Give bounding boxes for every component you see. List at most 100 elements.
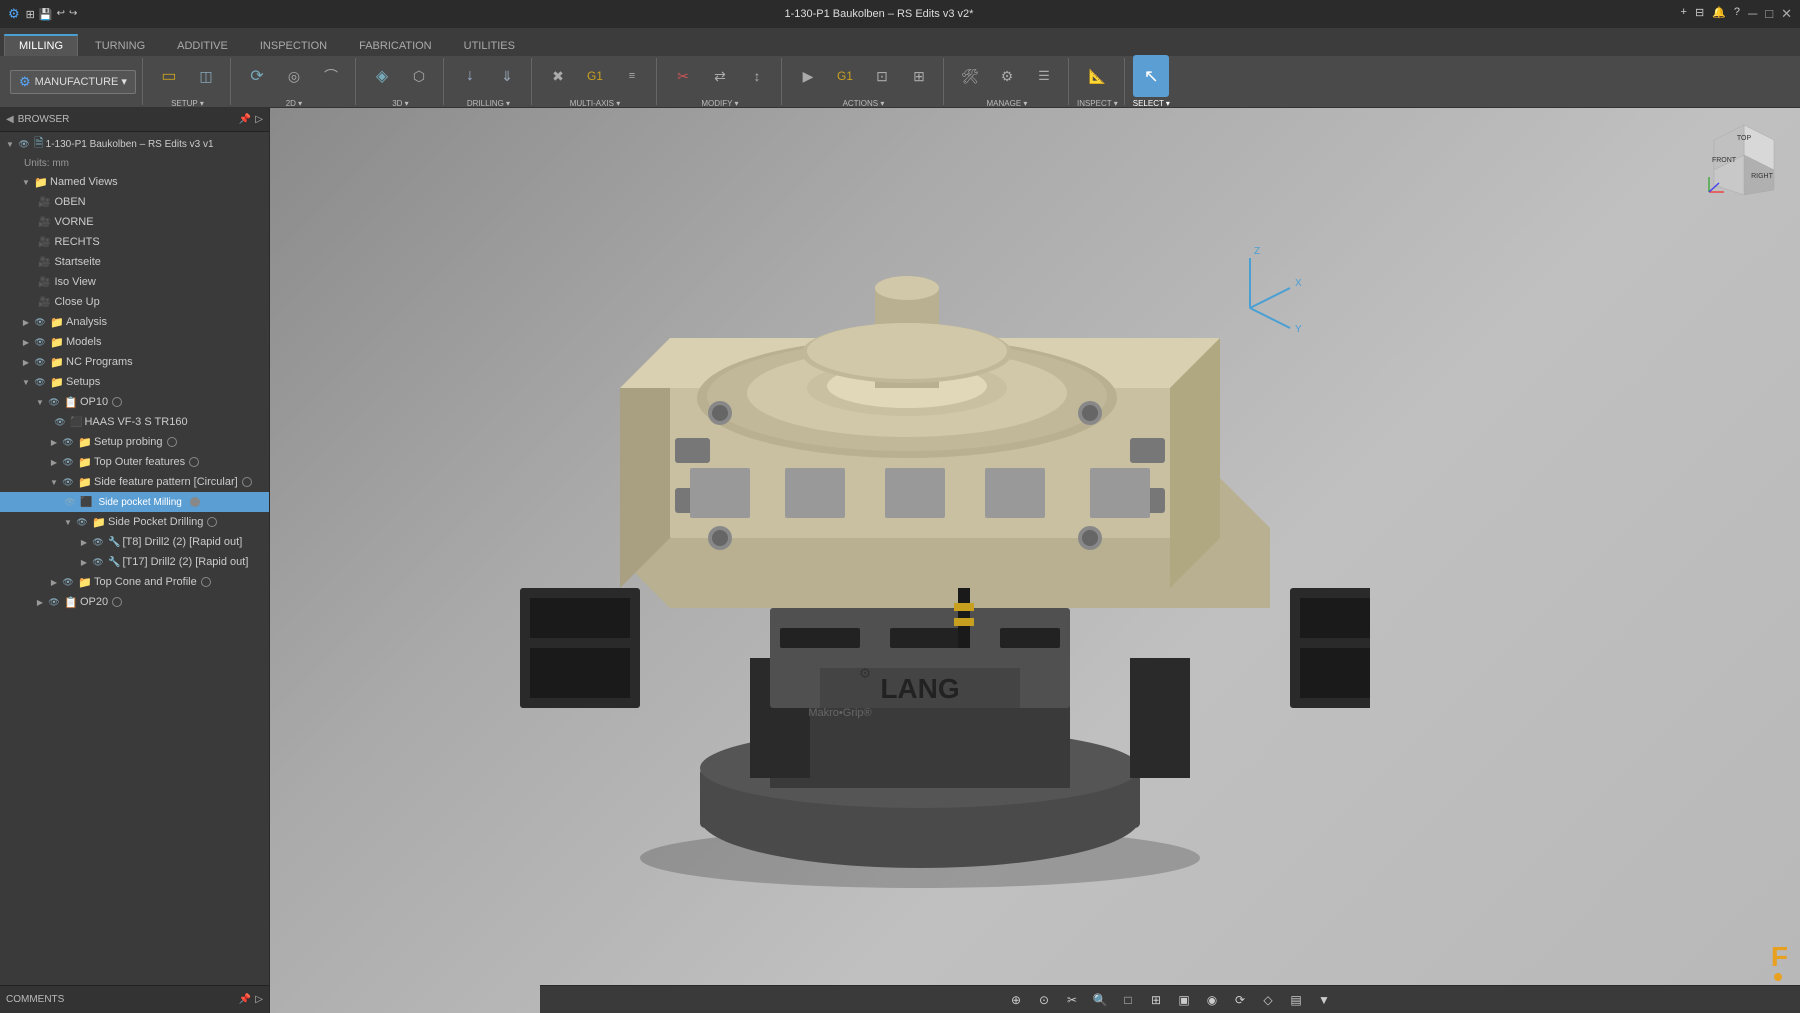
op20-expand-icon[interactable]: ▶: [34, 596, 46, 608]
filter-btn[interactable]: ▼: [1312, 989, 1336, 1011]
render-mode-btn[interactable]: ◉: [1200, 989, 1224, 1011]
tree-item-models[interactable]: ▶ 👁 📁 Models: [0, 332, 269, 352]
setupprobing-expand-icon[interactable]: ▶: [48, 436, 60, 448]
toolbar-icon4[interactable]: ?: [1734, 6, 1740, 22]
models-expand-icon[interactable]: ▶: [20, 336, 32, 348]
op10-expand-icon[interactable]: ▼: [34, 396, 46, 408]
close-btn[interactable]: ✕: [1781, 6, 1792, 22]
tab-turning[interactable]: TURNING: [80, 35, 160, 56]
actions-btn4[interactable]: ⊞: [901, 55, 937, 97]
setups-eye-icon[interactable]: 👁: [33, 375, 47, 389]
modify-btn3[interactable]: ↕: [739, 55, 775, 97]
tree-item-topconeprofile[interactable]: ▶ 👁 📁 Top Cone and Profile: [0, 572, 269, 592]
modify-btn1[interactable]: ✂: [665, 55, 701, 97]
3d-pocket-btn[interactable]: ⬡: [401, 55, 437, 97]
toolbar-icon2[interactable]: ⊟: [1695, 6, 1704, 22]
ncprograms-expand-icon[interactable]: ▶: [20, 356, 32, 368]
tab-additive[interactable]: ADDITIVE: [162, 35, 243, 56]
analysis-eye-icon[interactable]: 👁: [33, 315, 47, 329]
toolbar-icon3[interactable]: 🔔: [1712, 6, 1726, 22]
setupprobing-eye-icon[interactable]: 👁: [61, 435, 75, 449]
tree-item-vorne[interactable]: 🎥 VORNE: [0, 212, 269, 232]
multiaxis-btn3[interactable]: ≡: [614, 55, 650, 97]
op20-eye-icon[interactable]: 👁: [47, 595, 61, 609]
grid-display-btn[interactable]: ⊙: [1032, 989, 1056, 1011]
select-btn[interactable]: ↖: [1133, 55, 1169, 97]
tree-item-t8drill[interactable]: ▶ 👁 🔧 [T8] Drill2 (2) [Rapid out]: [0, 532, 269, 552]
haas-eye-icon[interactable]: 👁: [53, 415, 67, 429]
manage-btn1[interactable]: 🛠: [952, 55, 988, 97]
maximize-btn[interactable]: □: [1765, 6, 1773, 22]
tree-item-ncprograms[interactable]: ▶ 👁 📁 NC Programs: [0, 352, 269, 372]
wireframe-btn[interactable]: ◇: [1256, 989, 1280, 1011]
snap-btn[interactable]: ✂: [1060, 989, 1084, 1011]
analysis-expand-icon[interactable]: ▶: [20, 316, 32, 328]
tree-item-root[interactable]: ▼ 👁 🗎 1-130-P1 Baukolben – RS Edits v3 v…: [0, 134, 269, 154]
comments-pin-icon[interactable]: 📌: [239, 994, 251, 1005]
manage-btn2[interactable]: ⚙: [989, 55, 1025, 97]
topconeprofile-expand-icon[interactable]: ▶: [48, 576, 60, 588]
tree-item-sidepocketdrilling[interactable]: ▼ 👁 📁 Side Pocket Drilling: [0, 512, 269, 532]
multiaxis-btn1[interactable]: ✖: [540, 55, 576, 97]
fit-view-btn[interactable]: □: [1116, 989, 1140, 1011]
simulate-btn[interactable]: ▶: [790, 55, 826, 97]
display-settings-btn[interactable]: ▣: [1172, 989, 1196, 1011]
sidefeature-expand-icon[interactable]: ▼: [48, 476, 60, 488]
tree-item-topouterfeatures[interactable]: ▶ 👁 📁 Top Outer features: [0, 452, 269, 472]
sidepocketdrilling-eye-icon[interactable]: 👁: [75, 515, 89, 529]
inspect-btn[interactable]: 📐: [1079, 55, 1115, 97]
t17drill-eye-icon[interactable]: 👁: [91, 555, 105, 569]
root-expand-icon[interactable]: ▼: [4, 138, 16, 150]
tree-item-op20[interactable]: ▶ 👁 📋 OP20: [0, 592, 269, 612]
multiaxis-btn2[interactable]: G1: [577, 55, 613, 97]
viewport[interactable]: LANG ⚙ Makro•Grip®: [270, 108, 1800, 1013]
tree-item-closeup[interactable]: 🎥 Close Up: [0, 292, 269, 312]
tab-inspection[interactable]: INSPECTION: [245, 35, 342, 56]
tree-item-namedviews[interactable]: ▼ 📁 Named Views: [0, 172, 269, 192]
tree-item-op10[interactable]: ▼ 👁 📋 OP10: [0, 392, 269, 412]
op10-eye-icon[interactable]: 👁: [47, 395, 61, 409]
manage-btn3[interactable]: ☰: [1026, 55, 1062, 97]
zoom-btn[interactable]: 🔍: [1088, 989, 1112, 1011]
tree-item-sidefeature[interactable]: ▼ 👁 📁 Side feature pattern [Circular]: [0, 472, 269, 492]
2d-contour-btn[interactable]: ⌒: [313, 55, 349, 97]
root-eye-icon[interactable]: 👁: [17, 137, 31, 151]
tree-item-rechts[interactable]: 🎥 RECHTS: [0, 232, 269, 252]
topconeprofile-eye-icon[interactable]: 👁: [61, 575, 75, 589]
2d-adaptive-btn[interactable]: ⟳: [239, 55, 275, 97]
2d-pocket-btn[interactable]: ◎: [276, 55, 312, 97]
view-cube-btn[interactable]: ⊞: [1144, 989, 1168, 1011]
models-eye-icon[interactable]: 👁: [33, 335, 47, 349]
ncprograms-eye-icon[interactable]: 👁: [33, 355, 47, 369]
setups-expand-icon[interactable]: ▼: [20, 376, 32, 388]
comments-expand-icon[interactable]: ▷: [255, 994, 263, 1005]
tree-item-analysis[interactable]: ▶ 👁 📁 Analysis: [0, 312, 269, 332]
tree-item-t17drill[interactable]: ▶ 👁 🔧 [T17] Drill2 (2) [Rapid out]: [0, 552, 269, 572]
origin-btn[interactable]: ⊕: [1004, 989, 1028, 1011]
tab-fabrication[interactable]: FABRICATION: [344, 35, 447, 56]
3d-adaptive-btn[interactable]: ◈: [364, 55, 400, 97]
drill2-btn[interactable]: ⇓: [489, 55, 525, 97]
tree-item-isoview[interactable]: 🎥 Iso View: [0, 272, 269, 292]
browser-expand-icon[interactable]: ▷: [255, 114, 263, 125]
new-setup-btn[interactable]: ▭: [151, 55, 187, 97]
redo-icon[interactable]: ↪: [69, 8, 77, 21]
tree-item-haas[interactable]: 👁 ⬛ HAAS VF-3 S TR160: [0, 412, 269, 432]
sidepocket-eye-icon[interactable]: 👁: [63, 495, 77, 509]
namedviews-expand-icon[interactable]: ▼: [20, 176, 32, 188]
t8drill-expand-icon[interactable]: ▶: [78, 536, 90, 548]
tree-item-startseite[interactable]: 🎥 Startseite: [0, 252, 269, 272]
tree-item-sidepocket[interactable]: 👁 ⬛ Side pocket Milling: [0, 492, 269, 512]
t17drill-expand-icon[interactable]: ▶: [78, 556, 90, 568]
drill-btn[interactable]: ↓: [452, 55, 488, 97]
stock-btn[interactable]: ◫: [188, 55, 224, 97]
tree-item-setups[interactable]: ▼ 👁 📁 Setups: [0, 372, 269, 392]
sidefeature-eye-icon[interactable]: 👁: [61, 475, 75, 489]
browser-pin-icon[interactable]: 📌: [239, 114, 251, 125]
orbit-btn[interactable]: ⟳: [1228, 989, 1252, 1011]
sidepocketdrilling-expand-icon[interactable]: ▼: [62, 516, 74, 528]
modify-btn2[interactable]: ⇄: [702, 55, 738, 97]
postprocess-btn[interactable]: ⊡: [864, 55, 900, 97]
material-btn[interactable]: ▤: [1284, 989, 1308, 1011]
tab-milling[interactable]: MILLING: [4, 34, 78, 56]
